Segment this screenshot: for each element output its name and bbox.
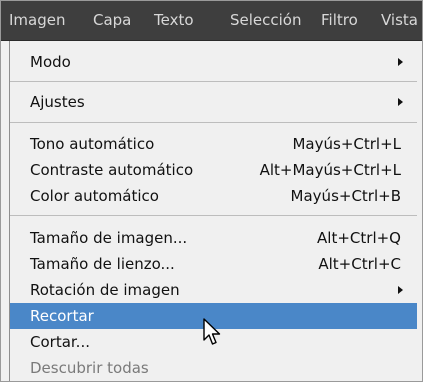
menu-item-shortcut: Alt+Ctrl+Q: [317, 229, 401, 247]
submenu-arrow-icon: [398, 98, 403, 106]
menu-item-tono-automatico[interactable]: Tono automático Mayús+Ctrl+L: [10, 131, 417, 157]
menu-item-color-automatico[interactable]: Color automático Mayús+Ctrl+B: [10, 183, 417, 209]
menu-item-label: Rotación de imagen: [30, 281, 180, 299]
menu-item-shortcut: Alt+Mayús+Ctrl+L: [259, 161, 401, 179]
menu-item-tamano-lienzo[interactable]: Tamaño de lienzo... Alt+Ctrl+C: [10, 251, 417, 277]
app-window: Imagen Capa Texto Selección Filtro Vista…: [0, 0, 423, 382]
menu-item-ajustes[interactable]: Ajustes: [10, 89, 417, 115]
submenu-arrow-icon: [398, 58, 403, 66]
menu-item-shortcut: Mayús+Ctrl+L: [292, 135, 401, 153]
submenu-arrow-icon: [398, 286, 403, 294]
menu-texto[interactable]: Texto: [146, 1, 202, 41]
menu-item-label: Cortar...: [30, 333, 90, 351]
menu-item-shortcut: Alt+Ctrl+C: [318, 255, 401, 273]
menu-item-label: Modo: [30, 53, 71, 71]
menu-vista[interactable]: Vista: [373, 1, 422, 41]
menu-item-label: Contraste automático: [30, 161, 194, 179]
menu-item-label: Tamaño de imagen...: [30, 229, 188, 247]
menu-capa[interactable]: Capa: [85, 1, 139, 41]
menu-separator: [10, 81, 417, 82]
menu-seleccion[interactable]: Selección: [222, 1, 310, 41]
menu-separator: [10, 122, 417, 123]
mouse-pointer-icon: [203, 318, 221, 345]
menu-item-descubrir-todas: Descubrir todas: [10, 355, 417, 381]
menu-item-modo[interactable]: Modo: [10, 49, 417, 75]
menu-item-label: Tamaño de lienzo...: [30, 255, 175, 273]
menu-item-shortcut: Mayús+Ctrl+B: [290, 187, 401, 205]
menu-item-label: Ajustes: [30, 93, 85, 111]
menu-item-label: Color automático: [30, 187, 159, 205]
menu-item-label: Descubrir todas: [30, 359, 149, 377]
menu-item-label: Recortar: [30, 307, 94, 325]
menu-item-contraste-automatico[interactable]: Contraste automático Alt+Mayús+Ctrl+L: [10, 157, 417, 183]
menu-item-tamano-imagen[interactable]: Tamaño de imagen... Alt+Ctrl+Q: [10, 225, 417, 251]
menu-separator: [10, 215, 417, 216]
menu-imagen[interactable]: Imagen: [1, 1, 73, 41]
menu-item-rotacion-imagen[interactable]: Rotación de imagen: [10, 277, 417, 303]
menu-item-label: Tono automático: [30, 135, 155, 153]
menu-bar: Imagen Capa Texto Selección Filtro Vista: [1, 1, 422, 41]
menu-filtro[interactable]: Filtro: [313, 1, 366, 41]
